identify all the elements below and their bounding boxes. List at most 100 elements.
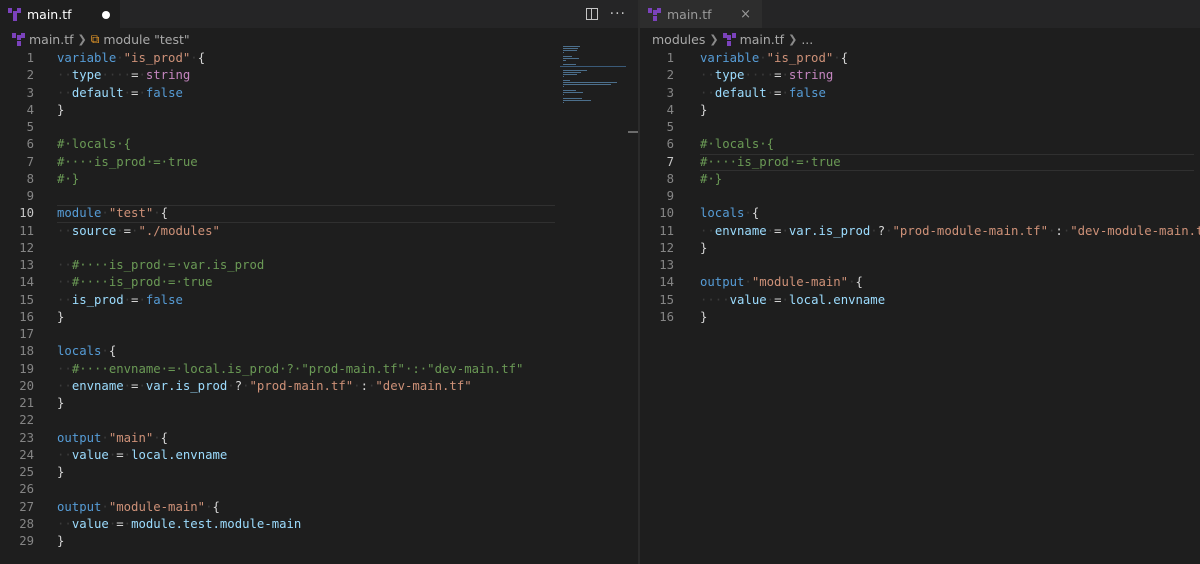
split-editor-icon[interactable] (585, 8, 598, 20)
line-number: 3 (26, 85, 34, 100)
code-line[interactable]: 14 ··#····is_prod·=·true (0, 274, 638, 291)
line-number: 16 (659, 309, 674, 324)
type-token: string (788, 68, 834, 83)
minimap[interactable] (560, 46, 626, 106)
code-line[interactable]: 7 #····is_prod·=·true (640, 153, 1200, 171)
code-line[interactable]: 24 ··value·=·local.envname (0, 447, 638, 464)
whitespace-marker: · (227, 378, 235, 393)
code-line[interactable]: 15 ····value·=·local.envname (640, 292, 1200, 309)
whitespace-marker: ·· (57, 275, 72, 290)
code-line[interactable]: 21} (0, 395, 638, 412)
code-line[interactable]: 12} (640, 240, 1200, 257)
code-line[interactable]: 6 #·locals·{ (0, 136, 638, 153)
whitespace-marker: · (138, 85, 146, 100)
whitespace-marker: · (781, 85, 789, 100)
string-token: "is_prod" (123, 51, 191, 65)
whitespace-marker: · (833, 51, 841, 65)
code-line[interactable]: 22 (0, 412, 638, 429)
whitespace-marker: · (116, 51, 124, 65)
code-line[interactable]: 9 (0, 188, 638, 205)
code-line[interactable]: 8 #·} (640, 171, 1200, 188)
code-line[interactable]: 25} (0, 464, 638, 481)
whitespace-marker: ·· (57, 85, 72, 100)
code-line[interactable]: 10 locals·{ (640, 205, 1200, 222)
code-text: variable·"is_prod"·{ (57, 50, 205, 67)
code-text: #·} (57, 171, 79, 188)
code-line[interactable]: 16} (640, 309, 1200, 326)
code-line[interactable]: 6 #·locals·{ (640, 136, 1200, 153)
scrollbar-marker[interactable] (628, 131, 638, 133)
whitespace-marker: ·· (57, 68, 72, 83)
line-number: 20 (19, 378, 34, 393)
whitespace-marker: · (153, 206, 161, 221)
code-line[interactable]: 4} (0, 102, 638, 119)
code-line[interactable]: 3 ··default·=·false (640, 85, 1200, 102)
breadcrumb: main.tf ❯ ⧉ module "test" (0, 28, 638, 50)
code-editor[interactable]: 1 variable·"is_prod"·{2 ··type····=·string… (640, 50, 1200, 564)
unsaved-dot-icon[interactable] (101, 10, 110, 19)
more-actions-icon[interactable]: ··· (610, 7, 626, 21)
code-line[interactable]: 13 ··#····is_prod·=·var.is_prod (0, 257, 638, 274)
code-line[interactable]: 28 ··value·=·module.test.module-main (0, 516, 638, 533)
minimap-line (563, 46, 580, 47)
breadcrumb-symbol[interactable]: ⧉ module "test" (91, 32, 190, 47)
code-line[interactable]: 11 ··envname·=·var.is_prod·?·"prod-module… (640, 223, 1200, 240)
code-line[interactable]: 14 output·"module-main"·{ (640, 274, 1200, 291)
code-line[interactable]: 9 (640, 188, 1200, 205)
minimap-viewport[interactable] (560, 66, 626, 67)
code-line[interactable]: 5 (640, 119, 1200, 136)
comment-token: #····is_prod·=·true (57, 154, 198, 169)
code-line[interactable]: 10 module·"test"·{ (0, 205, 638, 223)
tab-label: main.tf (667, 6, 712, 22)
keyword-token: variable (700, 51, 760, 65)
code-line[interactable]: 2 ··type····=·string (0, 67, 638, 84)
line-number: 11 (659, 223, 674, 238)
tab-main-tf[interactable]: main.tf (0, 0, 120, 28)
code-line[interactable]: 20 ··envname·=·var.is_prod·?·"prod-main.t… (0, 378, 638, 395)
line-number: 5 (26, 120, 34, 134)
code-line[interactable]: 17 (0, 326, 638, 343)
code-line[interactable]: 2 ··type····=·string (640, 67, 1200, 84)
breadcrumb-file[interactable]: main.tf (722, 32, 784, 47)
operator-token: : (360, 378, 368, 393)
code-line[interactable]: 11 ··source·=·"./modules" (0, 223, 638, 240)
close-icon[interactable]: × (740, 7, 752, 22)
code-line[interactable]: 1 variable·"is_prod"·{ (0, 50, 638, 67)
breadcrumb-symbol[interactable]: ... (801, 32, 813, 47)
code-line[interactable]: 8 #·} (0, 171, 638, 188)
code-line[interactable]: 19 ··#····envname·=·local.is_prod·?·"prod… (0, 361, 638, 378)
code-line[interactable]: 26 (0, 481, 638, 498)
tab-modules-main-tf[interactable]: main.tf × (640, 0, 762, 28)
code-line[interactable]: 23 output·"main"·{ (0, 430, 638, 447)
comment-token: #····envname·=·local.is_prod·?·"prod-mai… (71, 361, 524, 376)
code-text: #····is_prod·=·true (700, 154, 841, 171)
operator-token: ? (877, 223, 886, 238)
code-text: } (57, 309, 64, 326)
breadcrumb-file[interactable]: main.tf (12, 32, 74, 47)
module-symbol-icon: ⧉ (90, 31, 100, 46)
code-line[interactable]: 1 variable·"is_prod"·{ (640, 50, 1200, 67)
code-text: ··envname·=·var.is_prod·?·"prod-main.tf"… (57, 378, 472, 395)
code-line[interactable]: 27 output·"module-main"·{ (0, 499, 638, 516)
code-editor[interactable]: 1 variable·"is_prod"·{2 ··type····=·string… (0, 50, 638, 564)
code-line[interactable]: 12 (0, 240, 638, 257)
code-line[interactable]: 16} (0, 309, 638, 326)
breadcrumb-folder[interactable]: modules (652, 32, 705, 47)
code-text: ··envname·=·var.is_prod·?·"prod-module-m… (700, 223, 1200, 240)
code-line[interactable]: 3 ··default·=·false (0, 85, 638, 102)
code-line[interactable]: 15 ··is_prod·=·false (0, 292, 638, 309)
code-line[interactable]: 13 (640, 257, 1200, 274)
minimap-line (563, 82, 617, 83)
code-line[interactable]: 29} (0, 533, 638, 550)
code-line[interactable]: 7 #····is_prod·=·true (0, 154, 638, 171)
code-text: } (57, 464, 64, 481)
code-line[interactable]: 18 locals·{ (0, 343, 638, 360)
string-token: "dev-module-main.tf" (1070, 223, 1200, 238)
identifier-token: envname (714, 223, 767, 238)
string-token: "prod-module-main.tf" (892, 223, 1048, 238)
whitespace-marker: · (138, 292, 146, 307)
code-line[interactable]: 4} (640, 102, 1200, 119)
code-text: ··is_prod·=·false (57, 292, 183, 309)
code-line[interactable]: 5 (0, 119, 638, 136)
operator-token: = (123, 223, 132, 238)
